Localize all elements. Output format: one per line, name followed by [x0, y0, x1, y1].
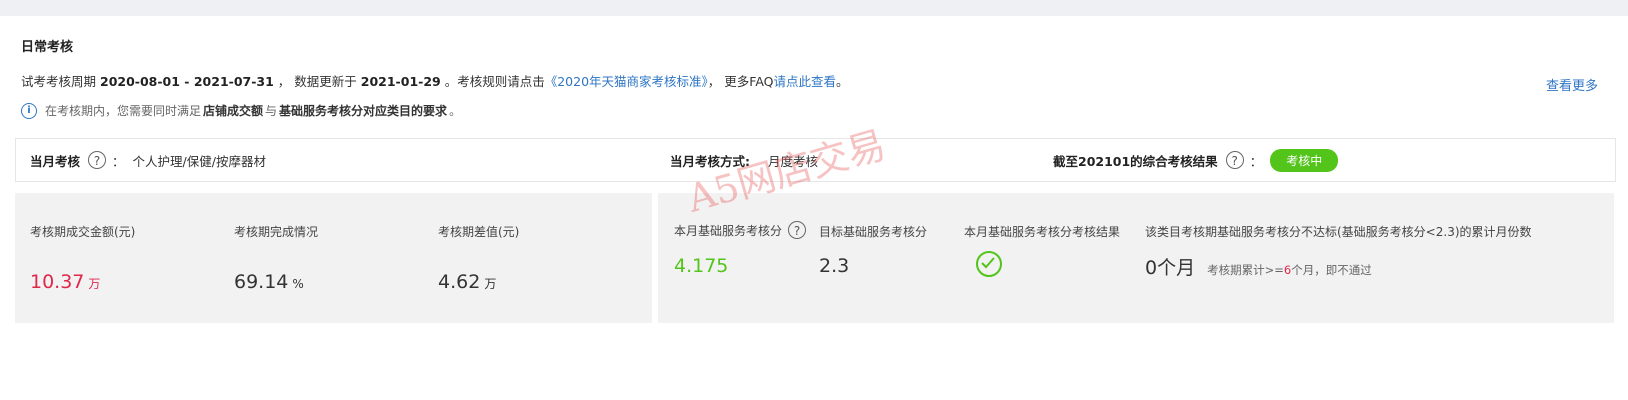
period-prefix: 试考考核周期	[21, 74, 97, 89]
sales-amount-value: 10.37 万	[30, 271, 100, 293]
failed-months-label: 该类目考核期基础服务考核分不达标(基础服务考核分<2.3)的累计月份数	[1145, 225, 1532, 239]
difference-number: 4.62	[438, 271, 481, 293]
failed-months-note: 考核期累计>=6个月，即不通过	[1207, 262, 1372, 278]
faq-link[interactable]: 请点此查看	[773, 74, 836, 89]
help-icon[interactable]: ?	[1225, 151, 1244, 169]
overall-result: 截至202101的综合考核结果 ? ： 考核中	[1053, 139, 1339, 181]
help-icon[interactable]: ?	[88, 151, 107, 169]
sales-amount-number: 10.37	[30, 271, 85, 293]
service-score-label-row: 本月基础服务考核分 ?	[674, 221, 812, 239]
result-colon: ：	[1249, 153, 1263, 169]
info-term-service: 基础服务考核分对应类目的要求	[279, 104, 448, 118]
difference-unit: 万	[484, 277, 497, 291]
sales-metrics-card: 考核期成交金额(元) 10.37 万 考核期完成情况 69.14% 考核期差值(元…	[15, 193, 652, 323]
assessment-period-line: 试考考核周期 2020-08-01 - 2021-07-31 ， 数据更新于 2…	[21, 71, 849, 90]
current-month-label: 当月考核	[30, 153, 81, 169]
summary-box: 当月考核 ? ： 个人护理/保健/按摩器材 当月考核方式: 月度考核 截至202…	[15, 138, 1616, 182]
sales-amount-label: 考核期成交金额(元)	[30, 225, 136, 239]
help-icon[interactable]: ?	[788, 221, 807, 239]
info-icon: i	[21, 102, 37, 119]
info-notice: i 在考核期内，您需要同时满足 店铺成交额 与 基础服务考核分对应类目的要求 。	[21, 102, 461, 119]
period-end: 。	[836, 74, 849, 89]
completion-label: 考核期完成情况	[234, 225, 319, 239]
category-value: 个人护理/保健/按摩器材	[132, 153, 266, 169]
difference-label: 考核期差值(元)	[438, 225, 520, 239]
target-score-value: 2.3	[819, 255, 850, 277]
period-sep2: ， 更多FAQ	[707, 74, 774, 89]
service-score-card: 本月基础服务考核分 ? 4.175 目标基础服务考核分 2.3 本月基础服务考核…	[658, 193, 1614, 323]
period-sep1: ， 数据更新于	[277, 74, 357, 89]
period-range: 2020-08-01 - 2021-07-31	[100, 74, 274, 89]
completion-value: 69.14%	[234, 271, 304, 293]
info-prefix: 在考核期内，您需要同时满足	[45, 104, 202, 118]
check-circle-icon	[976, 251, 1002, 277]
assessment-method: 当月考核方式: 月度考核	[670, 139, 818, 181]
info-term-sales: 店铺成交额	[203, 104, 264, 118]
method-label: 当月考核方式:	[670, 153, 750, 169]
target-score-label: 目标基础服务考核分	[819, 225, 928, 239]
view-more-link[interactable]: 查看更多	[1546, 75, 1598, 94]
status-badge: 考核中	[1270, 148, 1339, 172]
service-score-value: 4.175	[674, 255, 729, 277]
completion-number: 69.14	[234, 271, 289, 293]
failed-months-row: 0个月 考核期累计>=6个月，即不通过	[1145, 253, 1372, 280]
current-month-assessment: 当月考核 ? ： 个人护理/保健/按摩器材	[30, 139, 266, 181]
note-prefix: 考核期累计>=	[1207, 263, 1284, 277]
service-score-label: 本月基础服务考核分	[674, 223, 783, 238]
completion-unit: %	[292, 277, 304, 291]
rules-link[interactable]: 《2020年天猫商家考核标准》	[545, 74, 708, 89]
service-result-label: 本月基础服务考核分考核结果	[964, 225, 1121, 239]
result-label: 截至202101的综合考核结果	[1053, 153, 1218, 169]
info-end: 。	[449, 104, 462, 118]
difference-value: 4.62 万	[438, 271, 496, 293]
note-suffix: 个月，即不通过	[1291, 263, 1372, 277]
update-date: 2021-01-29	[360, 74, 441, 89]
info-conj: 与	[265, 104, 278, 118]
method-value: 月度考核	[768, 153, 819, 169]
sales-amount-unit: 万	[88, 277, 101, 291]
period-mid: 。考核规则请点击	[444, 74, 545, 89]
current-month-colon: ：	[112, 153, 125, 169]
page-title: 日常考核	[21, 40, 74, 55]
failed-months-value: 0个月	[1145, 257, 1196, 279]
